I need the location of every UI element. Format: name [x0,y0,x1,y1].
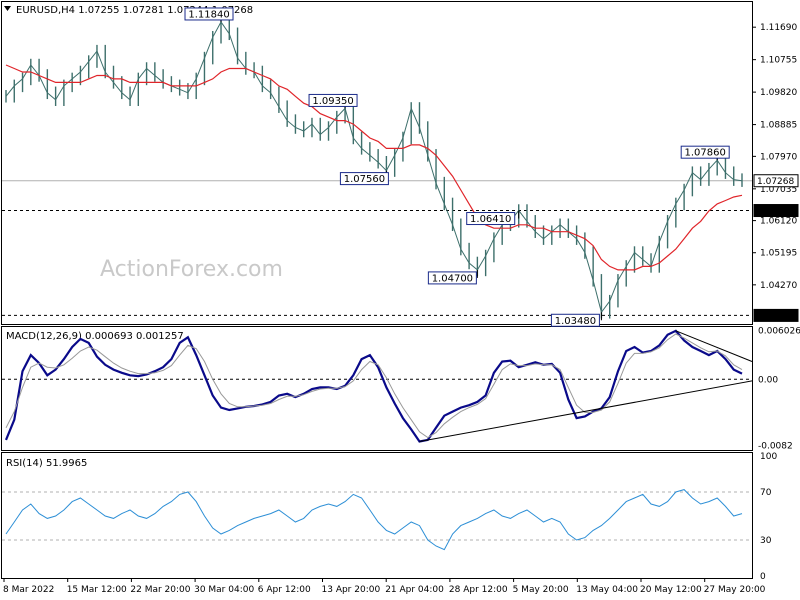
price-ytick-label: 1.11690 [760,23,797,33]
price-ytick-label: 1.06120 [760,217,797,227]
price-ytick-label: 1.07970 [760,152,797,162]
price-ytick-label: 1.08885 [760,121,797,131]
price-ytick-label: 1.09820 [760,88,797,98]
price-ytick-label: 1.05195 [760,249,797,259]
eurusd-chart: ActionForex.com EURUSD,H4 1.07255 1.0728… [0,0,800,600]
price-annotation-label: 1.04700 [432,273,473,284]
xtick-label: 13 May 04:00 [576,585,638,595]
xtick-label: 22 Mar 20:00 [130,585,190,595]
xtick-label: 13 Apr 20:00 [322,585,381,595]
axis-price-box-label: 1.06410 [757,207,794,217]
macd-ytick-label: 0.00 [758,375,778,385]
rsi-ytick-label: 30 [760,536,772,546]
price-annotation-label: 1.03480 [555,316,596,327]
xtick-label: 15 Mar 12:00 [67,585,127,595]
price-annotation-label: 1.09350 [312,96,353,107]
rsi-ytick-label: 100 [760,452,777,462]
xtick-label: 30 Mar 04:00 [194,585,254,595]
rsi-ytick-label: 70 [760,488,772,498]
macd-ytick-label: -0.0082 [758,442,793,452]
axis-price-box-label: 1.03390 [757,312,794,322]
xtick-label: 28 Apr 12:00 [449,585,508,595]
rsi-ytick-label: 0 [760,572,766,582]
price-annotation-label: 1.11840 [188,9,229,20]
xtick-label: 27 May 20:00 [704,585,766,595]
macd-pane-title: MACD(12,26,9) 0.000693 0.001257 [6,331,184,342]
xtick-label: 20 May 12:00 [640,585,702,595]
xtick-label: 21 Apr 04:00 [385,585,444,595]
price-annotation-label: 1.07860 [685,148,726,159]
price-ytick-label: 1.04270 [760,281,797,291]
xtick-label: 8 Mar 2022 [3,585,54,595]
price-ytick-label: 1.10755 [760,56,797,66]
rsi-pane-title: RSI(14) 51.9965 [6,458,87,469]
watermark: ActionForex.com [100,257,283,282]
macd-ytick-label: 0.006026 [758,327,800,337]
price-annotation-label: 1.07560 [344,174,385,185]
xtick-label: 6 Apr 12:00 [258,585,311,595]
xtick-label: 5 May 20:00 [513,585,569,595]
axis-price-box-label: 1.07268 [757,177,794,187]
price-annotation-label: 1.06410 [470,214,511,225]
